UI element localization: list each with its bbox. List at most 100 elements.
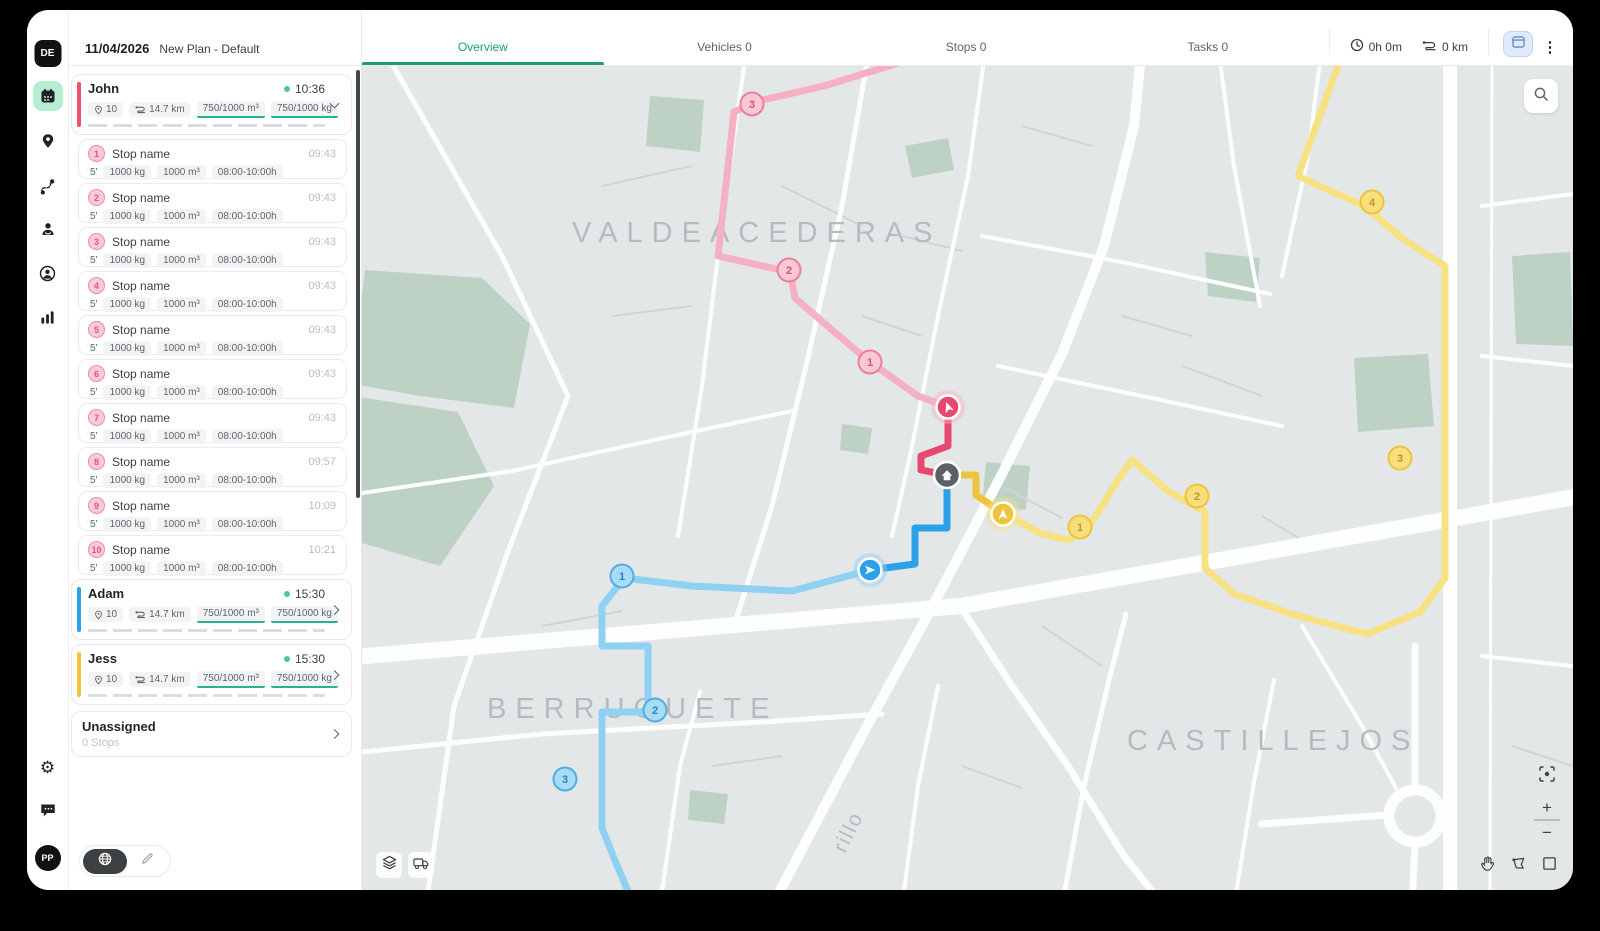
stop-card[interactable]: 5 Stop name 09:43 5' 1000 kg 1000 m³ 08:…	[78, 315, 347, 355]
volume-chip: 750/1000 m³	[197, 671, 265, 688]
route-color-bar	[77, 587, 81, 632]
gear-icon: ⚙	[40, 758, 55, 778]
tab-vehicles[interactable]: Vehicles 0	[604, 10, 846, 65]
stop-duration: 5'	[90, 167, 97, 178]
stop-duration: 5'	[90, 387, 97, 398]
stop-card[interactable]: 7 Stop name 09:43 5' 1000 kg 1000 m³ 08:…	[78, 403, 347, 443]
route-card-jess[interactable]: Jess 15:30 10 14.7 km 750/1000 m³ 750/10…	[71, 644, 352, 705]
workspace-logo[interactable]: DE	[34, 40, 61, 67]
vehicle-marker-jess	[986, 497, 1020, 531]
route-progress-bar	[88, 629, 325, 632]
svg-text:1: 1	[619, 571, 625, 583]
user-avatar[interactable]: PP	[35, 845, 61, 871]
stop-name: Stop name	[112, 279, 301, 293]
more-options-button[interactable]: ⋮	[1533, 10, 1567, 65]
sidebar-item-routes[interactable]	[33, 171, 63, 201]
status-dot	[284, 86, 290, 92]
vehicles-layer-button[interactable]	[408, 852, 434, 878]
tab-stops[interactable]: Stops 0	[845, 10, 1087, 65]
stop-meta: 5' 1000 kg 1000 m³ 08:00-10:00h	[88, 209, 336, 224]
feedback-button[interactable]	[39, 802, 56, 823]
stop-number-badge: 7	[88, 409, 105, 426]
unassigned-card[interactable]: Unassigned 0 Stops	[71, 711, 352, 757]
globe-icon	[98, 852, 112, 871]
stop-weight-chip: 1000 kg	[103, 165, 151, 180]
map-label: VALDEACEDERAS	[572, 217, 942, 249]
plan-summary: 0h 0m 0 km	[1330, 10, 1488, 65]
route-icon	[135, 675, 146, 684]
route-icon	[39, 178, 56, 195]
status-dot	[284, 591, 290, 597]
edit-toggle-off[interactable]	[127, 852, 167, 870]
stop-time-window-chip: 08:00-10:00h	[212, 341, 283, 356]
plan-name: New Plan - Default	[159, 42, 259, 56]
map-canvas[interactable]: VALDEACEDERASBERRUGUETECASTILLEJOSrillo …	[362, 66, 1573, 890]
route-path-jess	[1003, 66, 1445, 634]
map-label: CASTILLEJOS	[1127, 725, 1419, 757]
person-circle-icon	[39, 265, 56, 282]
pan-tool-button[interactable]	[1475, 854, 1499, 878]
stop-card[interactable]: 4 Stop name 09:43 5' 1000 kg 1000 m³ 08:…	[78, 271, 347, 311]
sidebar-item-stops[interactable]	[33, 126, 63, 156]
stop-time-window-chip: 08:00-10:00h	[212, 165, 283, 180]
stop-name: Stop name	[112, 147, 301, 161]
svg-text:2: 2	[1194, 491, 1200, 503]
stop-duration: 5'	[90, 255, 97, 266]
stop-card[interactable]: 6 Stop name 09:43 5' 1000 kg 1000 m³ 08:…	[78, 359, 347, 399]
route-icon	[135, 105, 146, 114]
tab-overview[interactable]: Overview	[362, 10, 604, 65]
sidebar-item-drivers[interactable]	[33, 214, 63, 244]
weight-chip: 750/1000 kg	[271, 606, 338, 623]
layout-panel-button[interactable]	[1503, 31, 1533, 57]
rect-select-button[interactable]	[1537, 854, 1561, 878]
globe-toggle-on[interactable]	[83, 849, 127, 874]
stop-name: Stop name	[112, 367, 301, 381]
stop-eta: 09:43	[308, 148, 336, 160]
main-panel: Overview Vehicles 0 Stops 0 Tasks 0 0h 0…	[362, 10, 1573, 890]
settings-button[interactable]: ⚙	[40, 758, 55, 778]
weight-chip: 750/1000 kg	[271, 101, 338, 118]
tab-tasks[interactable]: Tasks 0	[1087, 10, 1329, 65]
zoom-out-button[interactable]: −	[1534, 820, 1560, 844]
route-driver-name: John	[88, 81, 284, 96]
route-driver-name: Adam	[88, 586, 284, 601]
stop-weight-chip: 1000 kg	[103, 429, 151, 444]
zoom-in-button[interactable]: +	[1534, 796, 1560, 820]
stop-card[interactable]: 10 Stop name 10:21 5' 1000 kg 1000 m³ 08…	[78, 535, 347, 575]
route-driver-name: Jess	[88, 651, 284, 666]
chevron-right-icon[interactable]	[330, 729, 340, 739]
search-icon	[1533, 86, 1549, 107]
stop-card[interactable]: 9 Stop name 10:09 5' 1000 kg 1000 m³ 08:…	[78, 491, 347, 531]
stop-eta: 09:57	[308, 456, 336, 468]
route-card-adam[interactable]: Adam 15:30 10 14.7 km 750/1000 m³ 750/10…	[71, 579, 352, 640]
map-stop-marker-jess-2: 2	[1186, 485, 1209, 508]
sidebar-item-analytics[interactable]	[33, 302, 63, 332]
panel-icon	[1512, 35, 1525, 53]
map-search-button[interactable]	[1524, 79, 1558, 113]
sidebar-item-planner[interactable]	[33, 81, 63, 111]
stop-card[interactable]: 3 Stop name 09:43 5' 1000 kg 1000 m³ 08:…	[78, 227, 347, 267]
sidebar-item-customers[interactable]	[33, 258, 63, 288]
stop-card[interactable]: 8 Stop name 09:57 5' 1000 kg 1000 m³ 08:…	[78, 447, 347, 487]
route-eta: 15:30	[284, 652, 325, 666]
stop-duration: 5'	[90, 343, 97, 354]
plan-header[interactable]: 11/04/2026 New Plan - Default	[69, 10, 361, 66]
stop-meta: 5' 1000 kg 1000 m³ 08:00-10:00h	[88, 385, 336, 400]
map-mode-toggle[interactable]	[79, 845, 171, 877]
stop-weight-chip: 1000 kg	[103, 209, 151, 224]
stop-card[interactable]: 1 Stop name 09:43 5' 1000 kg 1000 m³ 08:…	[78, 139, 347, 179]
svg-text:3: 3	[749, 99, 755, 111]
lasso-tool-button[interactable]	[1506, 854, 1530, 878]
recenter-button[interactable]	[1533, 762, 1561, 790]
map-stop-marker-jess-3: 3	[1389, 447, 1412, 470]
route-card-john[interactable]: John 10:36 10 14.7 km 750/1000 m³ 750/10…	[71, 74, 352, 135]
sidebar-scrollbar[interactable]	[356, 70, 360, 498]
route-icon	[135, 610, 146, 619]
svg-text:3: 3	[562, 774, 568, 786]
layers-button[interactable]	[376, 852, 402, 878]
map-stop-marker-john-3: 3	[741, 93, 764, 116]
stop-meta: 5' 1000 kg 1000 m³ 08:00-10:00h	[88, 253, 336, 268]
stop-time-window-chip: 08:00-10:00h	[212, 473, 283, 488]
stop-eta: 09:43	[308, 368, 336, 380]
stop-card[interactable]: 2 Stop name 09:43 5' 1000 kg 1000 m³ 08:…	[78, 183, 347, 223]
